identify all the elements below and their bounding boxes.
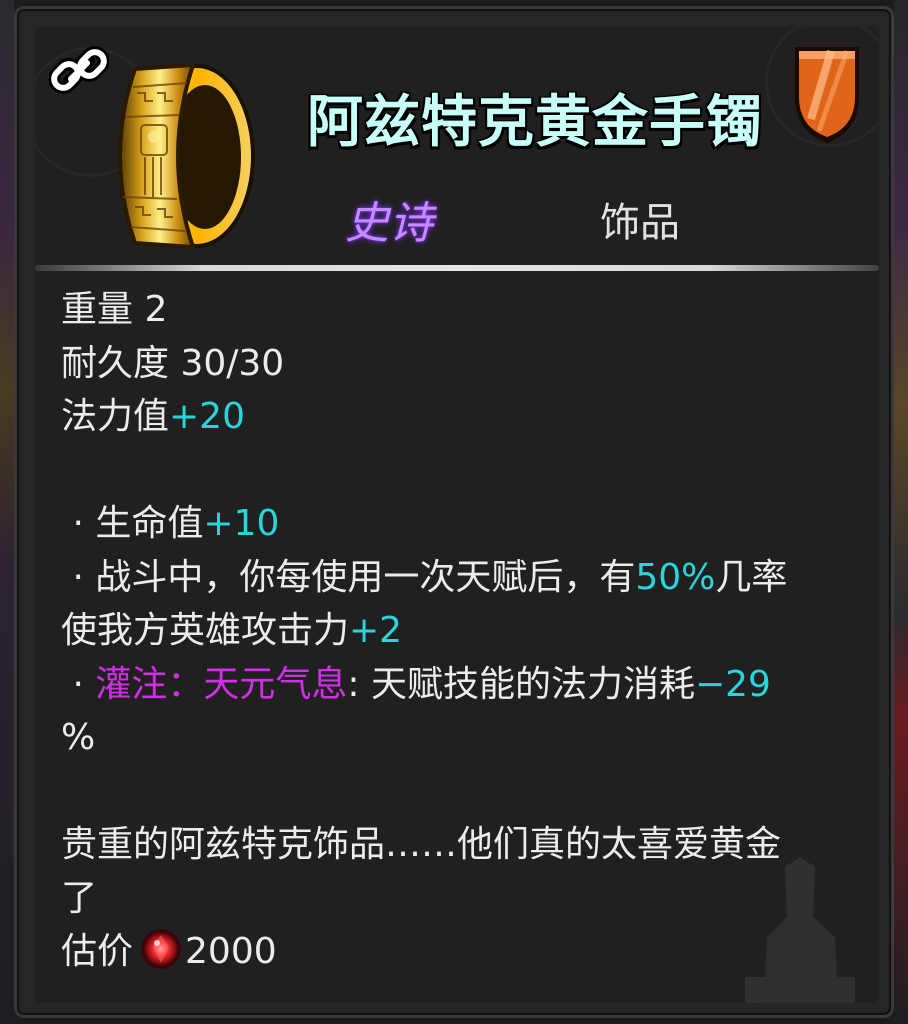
infuse-colon: : — [347, 663, 371, 705]
item-category: 饰品 — [600, 200, 680, 246]
divider — [35, 265, 879, 271]
infuse-value: −29 — [694, 663, 771, 705]
item-tooltip-card: 阿兹特克黄金手镯 史诗 饰品 重量 2 耐久度 30/30 法力值+20 · 生… — [14, 6, 894, 1018]
effect-talent-chance-cont: 使我方英雄攻击力+2 — [61, 604, 871, 658]
effect-text: 几率 — [715, 556, 788, 598]
aztec-gold-bracelet-icon — [118, 62, 255, 250]
durability-stat: 耐久度 30/30 — [61, 342, 285, 384]
effect-infuse-cont: % — [61, 717, 96, 758]
price-value: 2000 — [185, 931, 277, 972]
mana-value: +20 — [169, 396, 245, 437]
effect-chance: 50% — [635, 556, 716, 598]
mana-stat: 法力值+20 — [61, 390, 871, 444]
bullet: · — [72, 503, 84, 544]
effect-infuse: · 灌注：天元气息: 天赋技能的法力消耗−29 — [61, 658, 871, 712]
red-gem-icon — [141, 929, 182, 969]
mana-label: 法力值 — [61, 396, 170, 437]
bullet: · — [72, 556, 84, 598]
effect-text: 战斗中，你每使用一次天赋后，有 — [95, 556, 636, 598]
decorative-statue-icon — [745, 857, 855, 1003]
item-tooltip-inner: 阿兹特克黄金手镯 史诗 饰品 重量 2 耐久度 30/30 法力值+20 · 生… — [35, 27, 879, 1003]
weight-stat: 重量 2 — [61, 289, 168, 330]
item-name: 阿兹特克黄金手镯 — [307, 90, 763, 155]
effect-text: 使我方英雄攻击力 — [61, 610, 350, 651]
rarity-shield-icon — [795, 47, 859, 143]
item-rarity: 史诗 — [345, 198, 433, 249]
effect-hp: · 生命值+10 — [61, 497, 871, 551]
hp-value: +10 — [203, 503, 280, 544]
effect-attack-value: +2 — [349, 610, 403, 651]
background-right-edge — [894, 0, 908, 1024]
background-left-edge — [0, 0, 14, 1024]
infuse-desc: 天赋技能的法力消耗 — [370, 663, 695, 705]
infuse-label: 灌注：天元气息 — [95, 663, 348, 705]
effect-talent-chance: · 战斗中，你每使用一次天赋后，有50%几率 — [61, 551, 871, 605]
bullet: · — [72, 663, 84, 705]
hp-label: 生命值 — [95, 503, 204, 544]
price-label: 估价 — [61, 931, 134, 972]
